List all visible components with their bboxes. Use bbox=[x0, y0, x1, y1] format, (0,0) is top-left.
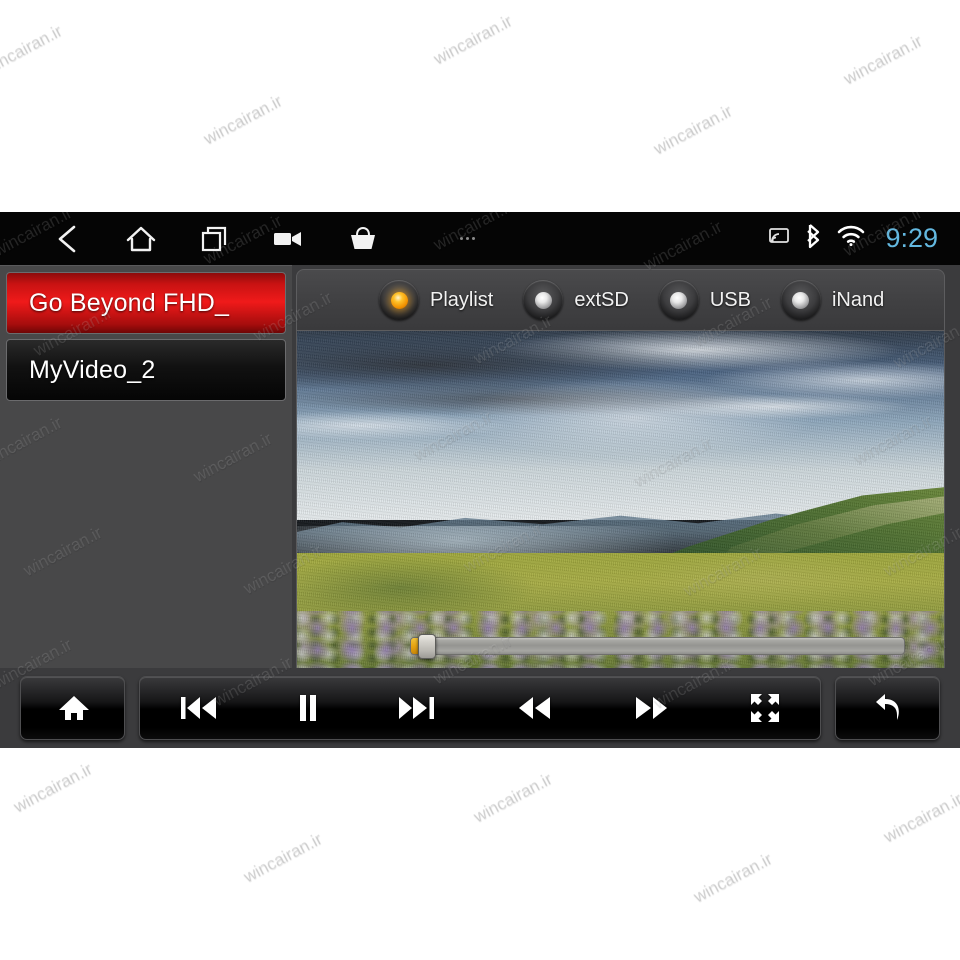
source-label: iNand bbox=[831, 288, 885, 311]
navigation-icon-group bbox=[30, 212, 504, 265]
home-icon bbox=[58, 696, 89, 720]
watermark-layer-top: wincairan.ir wincairan.ir wincairan.ir w… bbox=[0, 0, 960, 212]
menu-dot bbox=[465, 237, 469, 240]
video-player-app: Go Beyond FHD_ MyVideo_2 Playlist extSD … bbox=[0, 265, 960, 748]
watermark-text: wincairan.ir bbox=[430, 10, 516, 69]
fast-forward-icon bbox=[635, 697, 667, 719]
source-option-usb[interactable]: USB bbox=[658, 280, 751, 320]
bluetooth-icon bbox=[804, 223, 823, 254]
cast-icon bbox=[768, 226, 790, 251]
watermark-text: wincairan.ir bbox=[240, 828, 326, 887]
video-surface[interactable] bbox=[296, 331, 945, 668]
transport-control-bar bbox=[0, 668, 960, 748]
next-track-button[interactable] bbox=[357, 676, 475, 740]
rewind-icon bbox=[518, 697, 550, 719]
source-label: extSD bbox=[574, 288, 629, 311]
video-scene-sky bbox=[297, 331, 944, 520]
home-icon[interactable] bbox=[104, 212, 178, 265]
playlist-item-label: Go Beyond FHD_ bbox=[29, 288, 230, 317]
seek-thumb[interactable] bbox=[418, 634, 436, 659]
led-indicator-icon bbox=[379, 280, 419, 320]
return-button[interactable] bbox=[836, 676, 941, 740]
led-indicator-icon bbox=[780, 280, 821, 320]
menu-dot bbox=[471, 237, 475, 240]
watermark-text: wincairan.ir bbox=[10, 758, 96, 817]
return-icon bbox=[875, 694, 899, 720]
previous-track-icon bbox=[180, 697, 216, 719]
overflow-menu-icon[interactable] bbox=[430, 212, 504, 265]
fast-forward-button[interactable] bbox=[593, 676, 711, 740]
return-button-group bbox=[835, 676, 940, 740]
source-selector-bar: Playlist extSD USB iNand bbox=[296, 269, 945, 331]
playlist-sidebar: Go Beyond FHD_ MyVideo_2 bbox=[0, 265, 292, 668]
shopping-basket-icon[interactable] bbox=[326, 212, 400, 265]
seek-track[interactable] bbox=[410, 637, 905, 655]
source-option-playlist[interactable]: Playlist bbox=[379, 280, 493, 320]
status-clock: 9:29 bbox=[885, 223, 938, 253]
fullscreen-icon bbox=[751, 694, 780, 722]
led-indicator-icon bbox=[658, 280, 699, 320]
video-camera-icon[interactable] bbox=[252, 212, 326, 265]
next-track-icon bbox=[399, 697, 435, 719]
android-status-bar: 9:29 bbox=[0, 212, 960, 265]
previous-track-button[interactable] bbox=[140, 676, 258, 740]
source-option-inand[interactable]: iNand bbox=[780, 280, 885, 320]
source-option-extsd[interactable]: extSD bbox=[523, 280, 629, 320]
menu-dot bbox=[459, 237, 463, 240]
player-right-panel: Playlist extSD USB iNand bbox=[296, 269, 945, 668]
status-indicator-group: 9:29 bbox=[768, 212, 938, 265]
watermark-text: wincairan.ir bbox=[690, 848, 776, 907]
seek-bar[interactable] bbox=[410, 634, 905, 659]
playback-button-group bbox=[139, 676, 821, 740]
watermark-layer-bottom: wincairan.ir wincairan.ir wincairan.ir w… bbox=[0, 748, 960, 960]
back-icon[interactable] bbox=[30, 212, 104, 265]
watermark-text: wincairan.ir bbox=[200, 90, 286, 149]
wifi-icon bbox=[837, 225, 865, 252]
recent-apps-icon[interactable] bbox=[178, 212, 252, 265]
source-label: USB bbox=[709, 288, 751, 311]
pause-button[interactable] bbox=[258, 676, 358, 740]
led-indicator-icon bbox=[523, 280, 564, 320]
list-item[interactable]: Go Beyond FHD_ bbox=[6, 272, 286, 334]
list-item[interactable]: MyVideo_2 bbox=[6, 339, 286, 401]
playlist-item-label: MyVideo_2 bbox=[29, 355, 156, 384]
product-photo-canvas: wincairan.ir wincairan.ir wincairan.ir w… bbox=[0, 0, 960, 960]
watermark-text: wincairan.ir bbox=[650, 100, 736, 159]
watermark-text: wincairan.ir bbox=[840, 30, 926, 89]
fullscreen-button[interactable] bbox=[710, 676, 820, 740]
home-button-group bbox=[20, 676, 125, 740]
watermark-text: wincairan.ir bbox=[470, 768, 556, 827]
watermark-text: wincairan.ir bbox=[880, 788, 960, 847]
pause-icon bbox=[299, 695, 316, 721]
watermark-text: wincairan.ir bbox=[0, 20, 66, 79]
source-label: Playlist bbox=[430, 288, 494, 311]
head-unit-screen: 9:29 Go Beyond FHD_ MyVideo_2 Playlist e… bbox=[0, 212, 960, 748]
rewind-button[interactable] bbox=[475, 676, 593, 740]
home-button[interactable] bbox=[21, 676, 126, 740]
